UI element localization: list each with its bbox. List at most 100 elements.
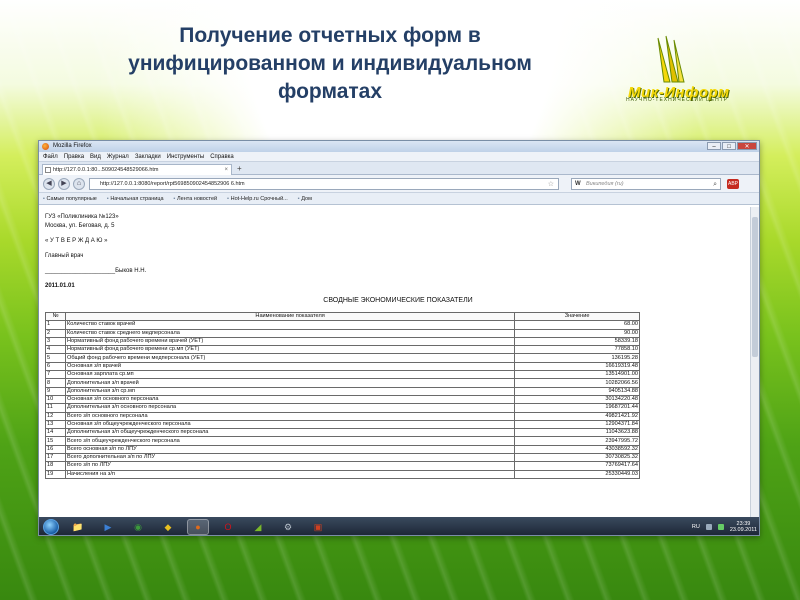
scrollbar-thumb[interactable] [752,217,758,357]
row-value: 16619319.48 [514,361,640,372]
menu-edit[interactable]: Правка [64,152,84,161]
bookmark-most-visited[interactable]: Самые популярные [43,193,96,204]
page-icon [45,167,51,173]
firefox-icon[interactable]: ● [187,519,209,535]
green-app-icon[interactable]: ◢ [247,519,269,535]
chrome-icon[interactable]: ◉ [127,519,149,535]
back-button[interactable]: ◀ [43,178,55,190]
menu-history[interactable]: Журнал [107,152,129,161]
table-row: 1 Количество ставок врачей 68.00 [45,320,640,330]
media-player-icon[interactable]: ▶ [97,519,119,535]
row-name: Основная зарплата ср.мп [64,370,516,380]
row-name: Всего з/п основного персонала [64,411,516,421]
row-value: 30730825.32 [514,453,640,463]
menu-tools[interactable]: Инструменты [167,152,204,161]
row-value: 30134220.48 [514,394,640,405]
menu-view[interactable]: Вид [90,152,101,161]
bookmark-star-icon[interactable]: ☆ [548,179,554,189]
row-value: 58339.18 [514,336,640,347]
volume-icon[interactable] [717,524,724,530]
table-row: 3 Нормативный фонд рабочего времени враче… [45,336,640,347]
row-name: Количество ставок врачей [64,320,516,330]
row-value: 90.00 [514,328,640,338]
row-name: Нормативный фонд рабочего времени врачей… [64,336,516,347]
tab-label: http://127.0.0.1:80...509024548529066.ht… [53,167,159,173]
row-name: Основная з/п общеучрежденческого персона… [64,419,516,430]
folder-icon[interactable]: 📁 [67,519,89,535]
row-value: 12904371.84 [514,419,640,430]
table-row: 14 Дополнительная з/п общеучрежденческого… [45,428,640,438]
company-logo: Мик-Информ НАУЧНО-ТЕХНИЧЕСКИЙ ЦЕНТР [620,34,770,104]
url-bar[interactable]: http://127.0.0.1:8080/report/rpt56985090… [89,178,559,190]
opera-icon[interactable]: O [217,519,239,535]
table-row: 9 Дополнительная з/п ср.мп 9405134.88 [45,386,640,396]
settings-icon[interactable]: ⚙ [277,519,299,535]
row-number: 14 [45,428,66,438]
row-value: 11043623.88 [514,428,640,438]
yellow-app-icon[interactable]: ◆ [157,519,179,535]
slide-title-line-2: унифицированном и индивидуальном [128,52,532,75]
wikipedia-icon[interactable]: W [575,179,581,190]
menu-bookmarks[interactable]: Закладки [135,152,161,161]
search-box[interactable]: W Википедия (ru) ⌕ [571,178,721,190]
close-button[interactable]: ✕ [737,142,757,150]
row-number: 12 [45,411,66,421]
signature-line: _____________________Быков Н.Н. [45,268,147,274]
row-number: 1 [45,320,66,330]
row-value: 43038592.32 [514,444,640,455]
row-name: Общий фонд рабочего времени медперсонала… [64,353,516,363]
row-number: 3 [45,336,66,347]
language-indicator[interactable]: RU [692,524,700,530]
tab-close-icon[interactable]: × [224,165,228,175]
row-name: Дополнительная з/п общеучрежденческого п… [64,428,516,438]
menu-file[interactable]: Файл [43,152,58,161]
new-tab-button[interactable]: + [237,164,242,174]
table-row: 18 Всего з/п по ЛПУ 73769417.64 [45,461,640,471]
office-icon[interactable]: ▣ [307,519,329,535]
role-label: Главный врач [45,253,84,259]
vertical-scrollbar[interactable] [750,207,759,517]
row-value: 10282066.56 [514,378,640,388]
table-row: 16 Всего основная з/п по ЛПУ 43038592.32 [45,444,640,455]
table-row: 17 Всего дополнительная з/п по ЛПУ 3073082… [45,453,640,463]
bookmark-start-page[interactable]: Начальная страница [107,193,163,204]
navigation-bar: ◀ ▶ ⌂ http://127.0.0.1:8080/report/rpt56… [39,175,759,193]
start-button[interactable] [43,519,59,535]
row-value: 25330449.03 [514,469,640,479]
row-number: 19 [45,469,66,479]
logo-subtitle: НАУЧНО-ТЕХНИЧЕСКИЙ ЦЕНТР [626,97,729,103]
maximize-button[interactable]: □ [722,142,736,150]
row-number: 6 [45,361,66,372]
firefox-icon [42,143,49,150]
table-row: 2 Количество ставок среднего медперсонала… [45,328,640,338]
minimize-button[interactable]: – [707,142,721,150]
table-row: 10 Основная з/п основного персонала 301342… [45,394,640,405]
home-button[interactable]: ⌂ [73,178,85,190]
tab-report[interactable]: http://127.0.0.1:80...509024548529066.ht… [42,164,232,175]
tab-bar: http://127.0.0.1:80...509024548529066.ht… [39,162,759,175]
bookmark-hot-help[interactable]: Hot-Help.ru Срочный... [227,193,288,204]
row-number: 13 [45,419,66,430]
adblock-icon[interactable]: ABP [727,179,739,189]
row-number: 2 [45,328,66,338]
bookmark-home[interactable]: Дом [298,193,312,204]
row-name: Всего дополнительная з/п по ЛПУ [64,453,516,463]
window-titlebar: Mozilla Firefox – □ ✕ [39,141,759,152]
table-row: 11 Дополнительная з/п основного персонала… [45,403,640,413]
slide-title-line-3: форматах [277,80,383,103]
menu-bar: Файл Правка Вид Журнал Закладки Инструме… [39,152,759,162]
table-row: 8 Дополнительная з/п врачей 10282066.56 [45,378,640,388]
search-placeholder: Википедия (ru) [586,181,624,187]
browser-window: Mozilla Firefox – □ ✕ Файл Правка Вид Жу… [38,140,760,536]
network-icon[interactable] [705,524,712,530]
search-icon[interactable]: ⌕ [713,179,717,190]
table-header: № Наименование показателя Значение [45,311,640,322]
bookmark-news-feed[interactable]: Лента новостей [174,193,217,204]
table-row: 5 Общий фонд рабочего времени медперсонал… [45,353,640,363]
menu-help[interactable]: Справка [210,152,234,161]
row-value: 77858.10 [514,345,640,355]
table-row: 4 Нормативный фонд рабочего времени ср.мп… [45,345,640,355]
clock[interactable]: 23:39 23.09.2011 [730,521,757,534]
table-row: 6 Основная з/п врачей 16619319.48 [45,361,640,372]
forward-button[interactable]: ▶ [58,178,70,190]
